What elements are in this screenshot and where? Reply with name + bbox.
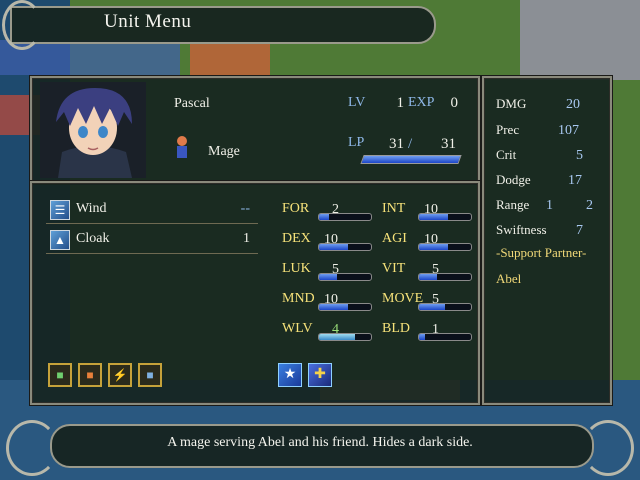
unit-info-panel: Pascal Mage LV 1 EXP 0 LP 31 / 31 [30,76,480,184]
dodge-value: 17 [568,173,582,188]
stat-bar [418,303,472,311]
stat-label: LUK [282,261,311,276]
stat-label: BLD [382,321,410,336]
crit-value: 5 [576,148,583,163]
unit-description: A mage serving Abel and his friend. Hide… [167,435,473,450]
skill-slot-1-icon[interactable]: ■ [48,363,72,387]
stat-label: DEX [282,231,311,246]
dmg-value: 20 [566,97,580,112]
lp-bar-fill [361,156,461,163]
skill-slot-3-icon[interactable]: ⚡ [108,363,132,387]
tome-icon: ☰ [50,200,70,220]
unit-sprite [177,136,187,158]
map-mountains [520,0,640,80]
exp-label: EXP [408,95,435,110]
description-bar: A mage serving Abel and his friend. Hide… [0,416,640,478]
dmg-label: DMG [496,96,527,111]
stat-bar-fill [319,304,348,310]
lp-separator: / [408,136,413,152]
swiftness-label: Swiftness [496,222,547,237]
sword-ability-icon[interactable]: ✚ [308,363,332,387]
dodge-label: Dodge [496,172,531,187]
item-uses: 1 [243,231,250,246]
cloak-icon: ▲ [50,230,70,250]
stat-label: INT [382,201,406,216]
stat-bar [318,273,372,281]
stat-bar-fill [419,214,448,220]
stat-bar [418,333,472,341]
exp-value: 0 [450,95,459,111]
lp-max: 31 [441,136,456,152]
stat-bar [318,243,372,251]
stats-panel: ☰ Wind -- ▲ Cloak 1 FOR 2 DEX 10 LUK 5 M… [30,181,480,405]
stat-bar [318,333,372,341]
stat-bar-fill [319,274,338,280]
inventory-item[interactable]: ▲ Cloak 1 [46,227,258,254]
combat-stats-panel: DMG 20 Prec 107 Crit 5 Dodge 17 Range 1 … [482,76,612,405]
stat-bar-fill [419,304,445,310]
lp-bar [360,155,462,164]
stat-bar [418,273,472,281]
attack-range-tiles [190,40,270,75]
menu-title: Unit Menu [104,11,192,32]
stat-label: VIT [382,261,406,276]
crit-label: Crit [496,147,517,162]
swiftness-value: 7 [576,223,583,238]
stat-label: FOR [282,201,310,216]
stat-label: MND [282,291,315,306]
title-frame [10,6,436,44]
stat-bar-fill [319,214,330,220]
lp-current: 31 [389,136,404,152]
ornament-swirl-icon [2,0,42,50]
level-label: LV [348,95,366,110]
stat-label: WLV [282,321,313,336]
skill-slot-4-icon[interactable]: ■ [138,363,162,387]
star-ability-icon[interactable]: ★ [278,363,302,387]
item-uses: -- [240,201,250,216]
level-value: 1 [396,95,405,111]
stat-bar-fill [419,274,438,280]
range-min: 1 [546,198,553,213]
stat-bar-fill [319,334,356,340]
range-max: 2 [586,198,593,213]
title-bar: Unit Menu [0,0,436,50]
unit-name: Pascal [174,96,210,111]
stat-bar-fill [419,244,448,250]
stat-bar [318,213,372,221]
item-name: Wind [76,201,107,216]
item-name: Cloak [76,231,110,246]
stat-label: AGI [382,231,407,246]
stat-bar [418,243,472,251]
stat-bar-fill [319,244,348,250]
stat-bar-fill [419,334,426,340]
character-portrait [40,82,146,178]
lp-label: LP [348,135,365,150]
skill-slot-2-icon[interactable]: ■ [78,363,102,387]
unit-class: Mage [208,144,240,159]
prec-value: 107 [558,123,579,138]
stat-bar [318,303,372,311]
support-partner-name: Abel [496,271,522,286]
stat-bar [418,213,472,221]
prec-label: Prec [496,122,520,137]
range-label: Range [496,197,530,212]
inventory-item[interactable]: ☰ Wind -- [46,197,258,224]
support-header: -Support Partner- [496,245,587,260]
